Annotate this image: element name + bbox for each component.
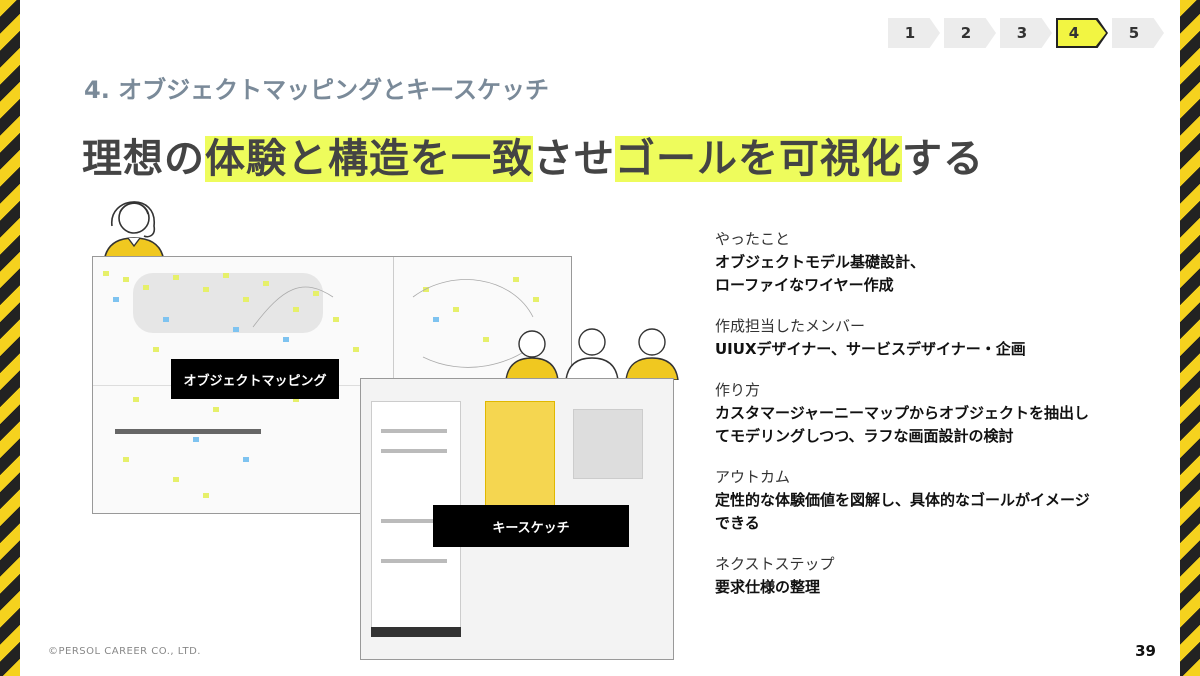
hazard-stripe-right xyxy=(1180,0,1200,676)
section-subtitle: 4. オブジェクトマッピングとキースケッチ xyxy=(84,76,549,104)
person-illustration xyxy=(103,201,165,262)
step-5[interactable]: 5 xyxy=(1112,18,1164,48)
step-indicator: 1 2 3 4 5 xyxy=(888,18,1164,48)
hazard-stripe-left xyxy=(0,0,20,676)
info-block-method: 作り方 カスタマージャーニーマップからオブジェクトを抽出し てモデリングしつつ、… xyxy=(715,379,1155,448)
info-head: 作り方 xyxy=(715,381,761,399)
info-head: 作成担当したメンバー xyxy=(715,317,866,335)
page-title: 理想の体験と構造を一致させゴールを可視化する xyxy=(82,136,984,182)
info-body: 定性的な体験価値を図解し、具体的なゴールがイメージ できる xyxy=(715,491,1090,532)
info-head: アウトカム xyxy=(715,468,791,486)
info-block-outcome: アウトカム 定性的な体験価値を図解し、具体的なゴールがイメージ できる xyxy=(715,466,1155,535)
step-3[interactable]: 3 xyxy=(1000,18,1052,48)
info-block-what: やったこと オブジェクトモデル基礎設計、 ローファイなワイヤー作成 xyxy=(715,228,1155,297)
info-body: 要求仕様の整理 xyxy=(715,578,821,596)
step-1[interactable]: 1 xyxy=(888,18,940,48)
info-head: ネクストステップ xyxy=(715,555,835,573)
key-sketch-label: キースケッチ xyxy=(433,505,629,547)
info-block-next: ネクストステップ 要求仕様の整理 xyxy=(715,553,1155,599)
info-block-members: 作成担当したメンバー UIUXデザイナー、サービスデザイナー・企画 xyxy=(715,315,1155,361)
step-2[interactable]: 2 xyxy=(944,18,996,48)
info-body: カスタマージャーニーマップからオブジェクトを抽出し てモデリングしつつ、ラフな画… xyxy=(715,404,1089,445)
info-panel: やったこと オブジェクトモデル基礎設計、 ローファイなワイヤー作成 作成担当した… xyxy=(715,228,1155,617)
object-mapping-label: オブジェクトマッピング xyxy=(171,359,339,399)
copyright: ©PERSOL CAREER CO., LTD. xyxy=(48,646,201,657)
step-4-active[interactable]: 4 xyxy=(1056,18,1108,48)
team-illustration xyxy=(505,328,679,380)
info-body: UIUXデザイナー、サービスデザイナー・企画 xyxy=(715,340,1026,358)
info-head: やったこと xyxy=(715,230,791,248)
info-body: オブジェクトモデル基礎設計、 ローファイなワイヤー作成 xyxy=(715,253,926,294)
page-number: 39 xyxy=(1135,642,1156,660)
slide: 1 2 3 4 5 4. オブジェクトマッピングとキースケッチ 理想の体験と構造… xyxy=(20,0,1180,676)
key-sketch-board: キースケッチ xyxy=(360,378,674,660)
